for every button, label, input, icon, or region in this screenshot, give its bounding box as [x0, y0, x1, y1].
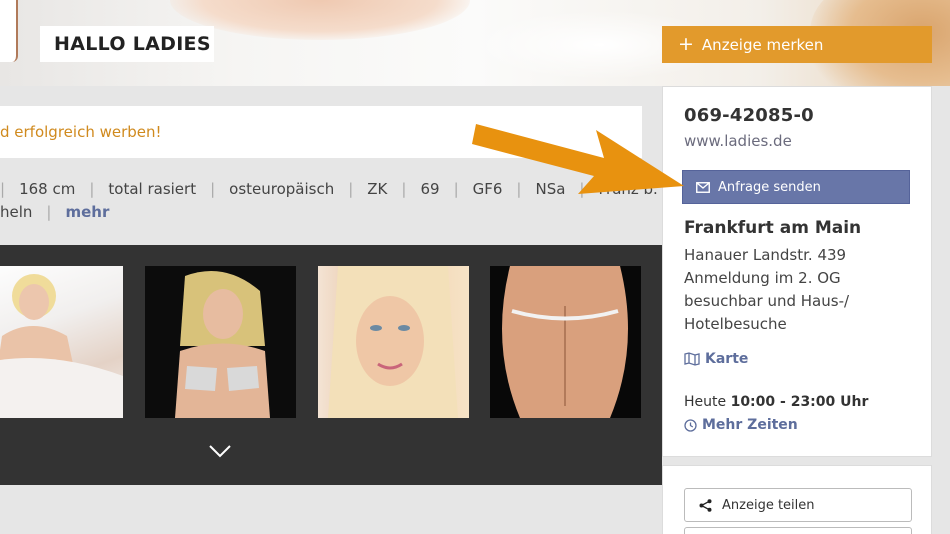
attribute-row-2: heln | mehr	[0, 201, 642, 224]
address-line: Hanauer Landstr. 439	[684, 246, 847, 264]
city-heading: Frankfurt am Main	[684, 218, 862, 238]
hero-left-card	[0, 0, 18, 62]
map-link[interactable]: Karte	[684, 351, 748, 367]
opening-hours: Heute 10:00 - 23:00 Uhr	[684, 394, 868, 410]
address-line: besuchbar und Haus-/	[684, 292, 850, 310]
plus-icon: +	[678, 33, 694, 55]
gallery-thumbnail[interactable]	[0, 266, 123, 418]
envelope-icon	[696, 181, 710, 193]
hero-image-skin	[170, 0, 470, 40]
gallery-thumbnail[interactable]	[145, 266, 296, 418]
attribute-item: NSa	[535, 180, 566, 198]
contact-card: 069-42085-0 www.ladies.de Anfrage senden…	[662, 86, 932, 457]
attribute-item: 168 cm	[19, 180, 76, 198]
notice-bar: d erfolgreich werben!	[0, 106, 642, 158]
gallery-thumbnail[interactable]	[490, 266, 641, 418]
phone-number[interactable]: 069-42085-0	[684, 105, 814, 126]
notice-text: d erfolgreich werben!	[0, 123, 162, 141]
more-times-label: Mehr Zeiten	[702, 417, 798, 433]
gallery-thumbnail[interactable]	[318, 266, 469, 418]
share-icon	[699, 498, 712, 512]
attribute-item: Franz b.	[598, 180, 658, 198]
attribute-item: heln	[0, 203, 33, 221]
more-attributes-link[interactable]: mehr	[65, 201, 109, 224]
map-icon	[684, 352, 700, 366]
photo-gallery	[0, 245, 662, 485]
website-link[interactable]: www.ladies.de	[684, 132, 792, 150]
address-line: Anmeldung im 2. OG	[684, 269, 841, 287]
attribute-item: osteuropäisch	[229, 180, 335, 198]
hours-value: 10:00 - 23:00 Uhr	[730, 394, 869, 410]
attribute-list: | 168 cm | total rasiert | osteuropäisch…	[0, 178, 658, 224]
address-block: Hanauer Landstr. 439 Anmeldung im 2. OG …	[684, 244, 914, 336]
share-label: Anzeige teilen	[722, 497, 815, 513]
chevron-down-icon[interactable]	[208, 443, 232, 459]
clock-icon	[684, 418, 697, 432]
send-inquiry-button[interactable]: Anfrage senden	[682, 170, 910, 204]
attribute-item: GF6	[472, 180, 503, 198]
secondary-share-button[interactable]	[684, 527, 912, 534]
attribute-item: ZK	[367, 180, 388, 198]
attribute-item: total rasiert	[108, 180, 197, 198]
send-inquiry-label: Anfrage senden	[718, 179, 821, 195]
bookmark-label: Anzeige merken	[701, 35, 824, 54]
share-button[interactable]: Anzeige teilen	[684, 488, 912, 522]
profile-title-box: HALLO LADIES	[40, 26, 214, 62]
profile-title: HALLO LADIES	[54, 33, 211, 55]
share-card: Anzeige teilen	[662, 465, 932, 534]
map-label: Karte	[705, 351, 749, 367]
hours-prefix: Heute	[684, 394, 727, 410]
more-times-link[interactable]: Mehr Zeiten	[684, 417, 798, 433]
attribute-item: 69	[420, 180, 440, 198]
attribute-row-1: | 168 cm | total rasiert | osteuropäisch…	[0, 178, 658, 201]
bookmark-button[interactable]: + Anzeige merken	[662, 26, 932, 63]
address-line: Hotelbesuche	[684, 315, 787, 333]
